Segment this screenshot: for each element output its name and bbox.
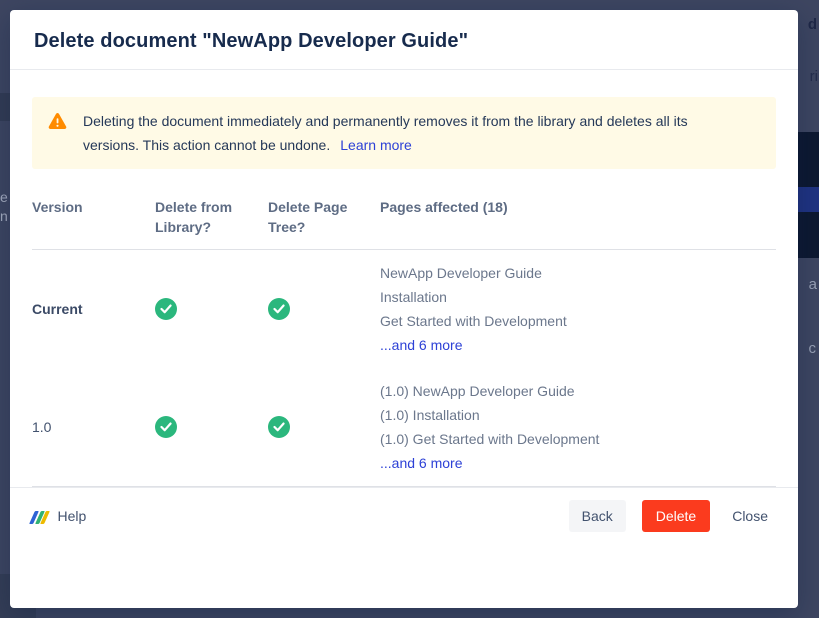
dialog-title: Delete document "NewApp Developer Guide" — [34, 30, 774, 53]
dialog-header: Delete document "NewApp Developer Guide" — [10, 10, 798, 70]
close-button[interactable]: Close — [726, 500, 774, 532]
check-icon — [268, 416, 290, 438]
delete-page-tree-status — [268, 298, 380, 320]
page-name: (1.0) Installation — [380, 403, 776, 427]
check-icon — [155, 298, 177, 320]
delete-document-dialog: Delete document "NewApp Developer Guide"… — [10, 10, 798, 608]
dialog-footer: Help Back Delete Close — [10, 487, 798, 532]
scroll-apps-logo-icon — [32, 509, 49, 524]
page-name: (1.0) NewApp Developer Guide — [380, 379, 776, 403]
background-partial-text: c — [809, 340, 817, 357]
column-header-version: Version — [32, 197, 155, 237]
and-more-link[interactable]: ...and 6 more — [380, 455, 463, 471]
footer-buttons: Back Delete Close — [569, 500, 774, 532]
warning-text: Deleting the document immediately and pe… — [83, 109, 731, 157]
delete-button[interactable]: Delete — [642, 500, 710, 532]
page-name: NewApp Developer Guide — [380, 261, 776, 285]
background-fragment — [797, 187, 819, 212]
check-icon — [268, 298, 290, 320]
check-icon — [155, 416, 177, 438]
column-header-pages-affected: Pages affected (18) — [380, 197, 776, 237]
warning-banner: Deleting the document immediately and pe… — [32, 97, 776, 169]
table-row: 1.0 (1.0) NewApp Developer Guide (1.0) I… — [32, 368, 776, 487]
table-row: Current NewApp Developer Guide Installat… — [32, 250, 776, 368]
delete-page-tree-status — [268, 416, 380, 438]
background-partial-text: e — [0, 189, 8, 205]
page-name: Installation — [380, 285, 776, 309]
background-partial-text: a — [809, 276, 817, 293]
table-header-row: Version Delete from Library? Delete Page… — [32, 197, 776, 250]
back-button[interactable]: Back — [569, 500, 626, 532]
version-label: 1.0 — [32, 419, 155, 435]
page-name: (1.0) Get Started with Development — [380, 427, 776, 451]
background-fragment — [0, 93, 10, 121]
warning-icon — [48, 112, 67, 135]
dialog-body: Deleting the document immediately and pe… — [10, 70, 798, 487]
delete-from-library-status — [155, 416, 268, 438]
help-label: Help — [58, 508, 87, 524]
pages-affected-list: NewApp Developer Guide Installation Get … — [380, 261, 776, 357]
column-header-delete-page-tree: Delete Page Tree? — [268, 197, 380, 237]
versions-table: Version Delete from Library? Delete Page… — [32, 197, 776, 487]
and-more-link[interactable]: ...and 6 more — [380, 337, 463, 353]
delete-from-library-status — [155, 298, 268, 320]
help-button[interactable]: Help — [32, 508, 86, 524]
column-header-delete-from-library: Delete from Library? — [155, 197, 268, 237]
learn-more-link[interactable]: Learn more — [340, 137, 412, 153]
pages-affected-list: (1.0) NewApp Developer Guide (1.0) Insta… — [380, 379, 776, 475]
background-partial-text: d — [808, 16, 817, 33]
page-name: Get Started with Development — [380, 309, 776, 333]
version-label: Current — [32, 301, 155, 317]
background-partial-text: ri — [810, 68, 818, 85]
